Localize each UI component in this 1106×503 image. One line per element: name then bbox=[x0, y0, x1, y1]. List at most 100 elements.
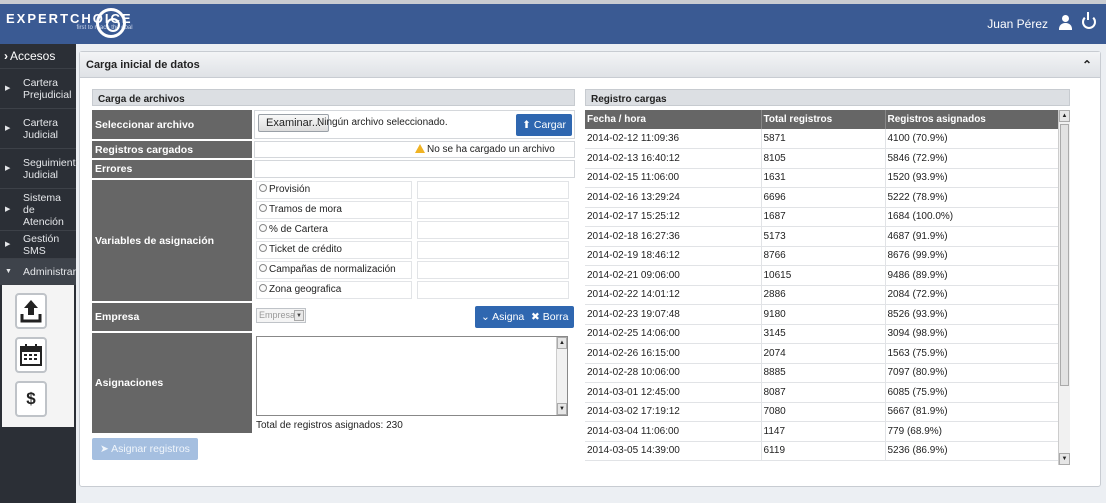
cell-assigned: 5236 (86.9%) bbox=[885, 441, 1059, 461]
records-table: Fecha / hora Total registros Registros a… bbox=[585, 110, 1059, 461]
assignments-label: Asignaciones bbox=[92, 333, 252, 433]
cell-total: 8105 bbox=[761, 148, 886, 169]
calendar-button[interactable] bbox=[15, 337, 47, 373]
table-row[interactable]: 2014-02-12 11:09:36 5871 4100 (70.9%) bbox=[585, 129, 1059, 149]
app-header: EXPERTCHOICE first to reach the goal Jua… bbox=[0, 4, 1106, 44]
cell-total: 8766 bbox=[761, 246, 886, 266]
radio-icon bbox=[259, 284, 267, 292]
chevron-down-icon: ⌄ bbox=[481, 311, 490, 323]
table-row[interactable]: 2014-03-02 17:19:12 7080 5667 (81.9%) bbox=[585, 402, 1059, 422]
company-row: Empresa Empresa A ▼ ⌄ Asigna ✖ Borra bbox=[92, 303, 575, 331]
cell-total: 1147 bbox=[761, 421, 886, 442]
cell-date: 2014-03-05 14:39:00 bbox=[585, 441, 762, 461]
scrollbar-thumb[interactable] bbox=[1060, 124, 1069, 386]
sidebar-item-administrar[interactable]: ▼ Administrar bbox=[0, 259, 76, 285]
table-row[interactable]: 2014-02-13 16:40:12 8105 5846 (72.9%) bbox=[585, 148, 1059, 169]
cell-date: 2014-02-13 16:40:12 bbox=[585, 148, 762, 169]
cell-assigned: 1684 (100.0%) bbox=[885, 207, 1059, 227]
calendar-icon bbox=[20, 344, 42, 366]
table-row[interactable]: 2014-03-04 11:06:00 1147 779 (68.9%) bbox=[585, 421, 1059, 442]
column-header-date[interactable]: Fecha / hora bbox=[585, 110, 762, 129]
assign-button[interactable]: ⌄ Asigna bbox=[475, 306, 531, 328]
table-row[interactable]: 2014-02-19 18:46:12 8766 8676 (99.9%) bbox=[585, 246, 1059, 266]
errors-row: Errores bbox=[92, 160, 575, 178]
option-porcentaje-cartera[interactable]: % de Cartera bbox=[256, 221, 412, 239]
company-label: Empresa bbox=[92, 303, 252, 331]
sidebar: › Accesos ▶ Cartera Prejudicial ▶ Cartera… bbox=[0, 44, 81, 503]
table-row[interactable]: 2014-02-22 14:01:12 2886 2084 (72.9%) bbox=[585, 285, 1059, 305]
select-file-field: Examinar... Ningún archivo seleccionado.… bbox=[254, 110, 575, 139]
caret-right-icon: ▶ bbox=[5, 240, 11, 248]
billing-button[interactable]: $ bbox=[15, 381, 47, 417]
assign-records-button[interactable]: ➤ Asignar registros bbox=[92, 438, 198, 460]
scroll-up-icon[interactable]: ▲ bbox=[1059, 110, 1070, 122]
scroll-up-icon[interactable]: ▲ bbox=[557, 337, 567, 349]
assign-vars-label: Variables de asignación bbox=[92, 180, 252, 301]
textarea-scrollbar[interactable]: ▲ ▼ bbox=[556, 337, 567, 415]
user-icon[interactable] bbox=[1058, 15, 1072, 31]
assignments-textarea[interactable]: ▲ ▼ bbox=[256, 336, 568, 416]
table-row[interactable]: 2014-02-21 09:06:00 10615 9486 (89.9%) bbox=[585, 265, 1059, 286]
table-row[interactable]: 2014-02-26 16:15:00 2074 1563 (75.9%) bbox=[585, 343, 1059, 364]
option-ticket-credito[interactable]: Ticket de crédito bbox=[256, 241, 412, 259]
sidebar-title[interactable]: › Accesos bbox=[0, 44, 76, 69]
cell-date: 2014-02-26 16:15:00 bbox=[585, 343, 762, 364]
cell-total: 6119 bbox=[761, 441, 886, 461]
records-table-wrap: Fecha / hora Total registros Registros a… bbox=[585, 110, 1070, 465]
logout-icon[interactable] bbox=[1082, 12, 1096, 29]
caret-right-icon: ▶ bbox=[5, 124, 11, 132]
option-value bbox=[417, 181, 569, 199]
option-zona-geografica[interactable]: Zona geografica bbox=[256, 281, 412, 299]
close-icon: ✖ bbox=[531, 311, 540, 323]
sidebar-item-seguimiento-judicial[interactable]: ▶ Seguimiento Judicial bbox=[0, 149, 81, 189]
cell-date: 2014-02-22 14:01:12 bbox=[585, 285, 762, 305]
radio-icon bbox=[259, 264, 267, 272]
cell-total: 1687 bbox=[761, 207, 886, 227]
sidebar-item-cartera-judicial[interactable]: ▶ Cartera Judicial bbox=[0, 109, 76, 149]
errors-label: Errores bbox=[92, 160, 252, 178]
option-provision[interactable]: Provisión bbox=[256, 181, 412, 199]
file-status: Ningún archivo seleccionado. bbox=[317, 117, 448, 128]
option-campanas[interactable]: Campañas de normalización bbox=[256, 261, 412, 279]
table-row[interactable]: 2014-02-16 13:29:24 6696 5222 (78.9%) bbox=[585, 187, 1059, 208]
column-header-total[interactable]: Total registros bbox=[761, 110, 886, 129]
cell-assigned: 4687 (91.9%) bbox=[885, 226, 1059, 247]
chevron-up-icon[interactable]: ⌃ bbox=[1082, 58, 1092, 72]
scroll-down-icon[interactable]: ▼ bbox=[557, 403, 567, 415]
user-name[interactable]: Juan Pérez bbox=[987, 17, 1048, 31]
caret-right-icon: ▶ bbox=[5, 205, 11, 213]
assignments-field: ▲ ▼ Total de registros asignados: 230 bbox=[254, 333, 575, 433]
table-row[interactable]: 2014-03-01 12:45:00 8087 6085 (75.9%) bbox=[585, 382, 1059, 403]
clear-button[interactable]: ✖ Borra bbox=[525, 306, 575, 328]
table-row[interactable]: 2014-02-18 16:27:36 5173 4687 (91.9%) bbox=[585, 226, 1059, 247]
table-row[interactable]: 2014-02-17 15:25:12 1687 1684 (100.0%) bbox=[585, 207, 1059, 227]
radio-icon bbox=[259, 204, 267, 212]
option-tramos-mora[interactable]: Tramos de mora bbox=[256, 201, 412, 219]
table-row[interactable]: 2014-02-23 19:07:48 9180 8526 (93.9%) bbox=[585, 304, 1059, 325]
radio-icon bbox=[259, 184, 267, 192]
logo-mark-icon bbox=[96, 8, 126, 38]
table-row[interactable]: 2014-02-28 10:06:00 8885 7097 (80.9%) bbox=[585, 363, 1059, 383]
sidebar-item-sistema-atencion[interactable]: ▶ Sistema de Atención bbox=[0, 189, 76, 231]
cell-date: 2014-02-17 15:25:12 bbox=[585, 207, 762, 227]
upload-icon bbox=[20, 300, 42, 323]
table-row[interactable]: 2014-02-15 11:06:00 1631 1520 (93.9%) bbox=[585, 168, 1059, 188]
column-header-assigned[interactable]: Registros asignados bbox=[885, 110, 1059, 129]
select-file-row: Seleccionar archivo Examinar... Ningún a… bbox=[92, 110, 575, 139]
company-select[interactable]: Empresa A ▼ bbox=[256, 308, 306, 323]
upload-file-button[interactable]: ⬆ Cargar bbox=[516, 114, 572, 136]
cell-assigned: 9486 (89.9%) bbox=[885, 265, 1059, 286]
cell-total: 9180 bbox=[761, 304, 886, 325]
table-scrollbar[interactable]: ▲ ▼ bbox=[1058, 110, 1070, 465]
cell-date: 2014-02-28 10:06:00 bbox=[585, 363, 762, 383]
cell-total: 1631 bbox=[761, 168, 886, 188]
sidebar-item-gestion-sms[interactable]: ▶ Gestión SMS bbox=[0, 231, 76, 259]
table-row[interactable]: 2014-03-05 14:39:00 6119 5236 (86.9%) bbox=[585, 441, 1059, 461]
table-row[interactable]: 2014-02-25 14:06:00 3145 3094 (98.9%) bbox=[585, 324, 1059, 344]
cell-total: 3145 bbox=[761, 324, 886, 344]
cell-total: 5871 bbox=[761, 129, 886, 149]
sidebar-item-cartera-prejudicial[interactable]: ▶ Cartera Prejudicial bbox=[0, 69, 76, 109]
records-section-title: Registro cargas bbox=[585, 89, 1070, 106]
upload-button[interactable] bbox=[15, 293, 47, 329]
scroll-down-icon[interactable]: ▼ bbox=[1059, 453, 1070, 465]
